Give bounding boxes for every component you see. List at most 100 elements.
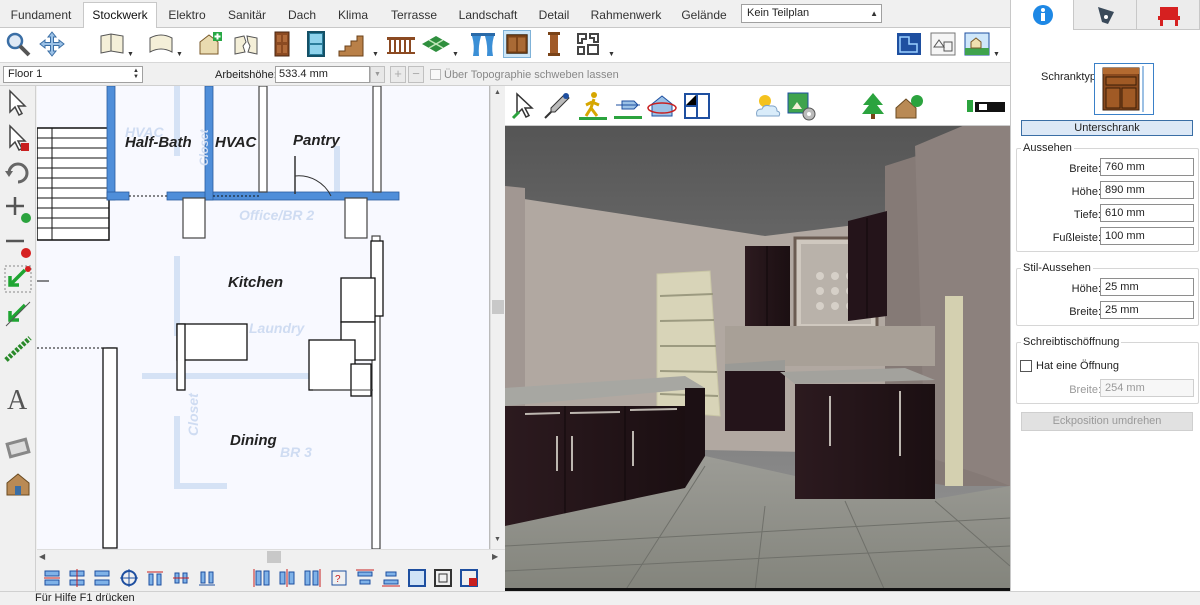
rotate-icon[interactable] — [3, 158, 33, 188]
chevron-up-icon[interactable]: ▲ — [494, 89, 501, 96]
floor-tile-icon[interactable] — [420, 30, 452, 58]
chevron-down-icon[interactable]: ▼ — [370, 66, 385, 83]
zoom-icon[interactable] — [4, 30, 32, 58]
tab-detail[interactable]: Detail — [532, 6, 576, 26]
tab-terrasse[interactable]: Terrasse — [383, 6, 445, 26]
width-input[interactable]: 760 mm — [1100, 158, 1194, 176]
walk-icon[interactable] — [577, 90, 609, 122]
select-arrow-icon[interactable] — [3, 88, 33, 118]
topography-checkbox[interactable] — [430, 69, 441, 80]
scrollbar-thumb[interactable] — [492, 300, 504, 314]
flip-corner-button[interactable]: Eckposition umdrehen — [1021, 412, 1193, 431]
window-icon[interactable] — [302, 30, 330, 58]
decrease-button[interactable]: − — [408, 66, 424, 83]
wall-icon[interactable] — [98, 30, 126, 58]
tab-landschaft[interactable]: Landschaft — [452, 6, 524, 26]
toekick-input[interactable]: 100 mm — [1100, 227, 1194, 245]
align-edge-icon[interactable] — [145, 568, 165, 588]
railing-icon[interactable] — [385, 30, 417, 58]
add-room-icon[interactable] — [196, 30, 224, 58]
floor-plan-view[interactable]: Half-Bath HVAC Pantry Kitchen Dining HVA… — [37, 86, 490, 549]
tab-sanitaer[interactable]: Sanitär — [220, 6, 274, 26]
tab-gelaende[interactable]: Gelände — [675, 6, 733, 26]
light-toggle-icon[interactable] — [965, 90, 1007, 122]
pan-icon[interactable] — [38, 30, 66, 58]
chevron-down-icon[interactable]: ▼ — [452, 51, 459, 58]
door-icon[interactable] — [268, 30, 296, 58]
tab-klima[interactable]: Klima — [330, 6, 376, 26]
add-point-icon[interactable] — [3, 194, 33, 224]
tab-rahmenwerk[interactable]: Rahmenwerk — [585, 6, 667, 26]
sky-icon[interactable] — [751, 90, 783, 122]
tab-elektro[interactable]: Elektro — [160, 6, 214, 26]
center-icon[interactable] — [119, 568, 139, 588]
chevron-down-icon[interactable]: ▼ — [372, 51, 379, 58]
break-wall-icon[interactable] — [232, 30, 260, 58]
panel-tab-info[interactable] — [1011, 0, 1074, 30]
align-bottom-icon[interactable] — [92, 568, 112, 588]
tab-dach[interactable]: Dach — [280, 6, 324, 26]
chevron-down-icon[interactable]: ▼ — [993, 51, 1000, 58]
stack-top-icon[interactable] — [355, 568, 375, 588]
align-base-icon[interactable] — [197, 568, 217, 588]
align-left-icon[interactable] — [252, 568, 272, 588]
eyedropper-icon[interactable] — [541, 90, 573, 122]
column-icon[interactable] — [540, 30, 568, 58]
plan-select[interactable]: Kein Teilplan ▲▼ — [741, 4, 882, 35]
height-input[interactable]: 890 mm — [1100, 181, 1194, 199]
chevron-down-icon[interactable]: ▼ — [608, 51, 615, 58]
tab-stockwerk[interactable]: Stockwerk — [83, 2, 157, 28]
spinner-icon[interactable]: ▲ ▼ — [133, 68, 139, 80]
cabinet-type-picker[interactable] — [1094, 63, 1154, 115]
chevron-right-icon[interactable]: ▶ — [492, 552, 498, 561]
plan-horizontal-scrollbar[interactable]: ◀ ▶ — [37, 549, 505, 564]
opening-width-input[interactable]: 254 mm — [1100, 379, 1194, 397]
spline-icon[interactable] — [3, 334, 33, 364]
tab-fundament[interactable]: Fundament — [4, 6, 78, 26]
dimension-icon[interactable]: ? — [329, 568, 349, 588]
stack-bottom-icon[interactable] — [381, 568, 401, 588]
house-view-icon[interactable] — [3, 469, 33, 499]
chevron-down-icon[interactable]: ▼ — [494, 536, 501, 543]
panel-tab-style[interactable] — [1074, 0, 1137, 30]
panel-tab-furniture[interactable] — [1137, 0, 1200, 30]
frame-icon[interactable] — [407, 568, 427, 588]
camera-film-icon[interactable] — [3, 433, 33, 463]
distribute-icon[interactable] — [171, 568, 191, 588]
select-multiple-icon[interactable] — [3, 123, 33, 153]
align-right-icon[interactable] — [302, 568, 322, 588]
align-center-icon[interactable] — [277, 568, 297, 588]
3d-camera-view[interactable] — [505, 126, 1010, 591]
chevron-left-icon[interactable]: ◀ — [39, 552, 45, 561]
plan-vertical-scrollbar[interactable]: ▲ ▼ — [490, 86, 505, 549]
3d-view-icon[interactable] — [963, 30, 991, 58]
chevron-down-icon[interactable]: ▼ — [127, 51, 134, 58]
align-middle-icon[interactable] — [67, 568, 87, 588]
delete-point-icon[interactable] — [3, 229, 33, 259]
height-input[interactable]: 533.4 mm — [275, 66, 370, 83]
frame-inner-icon[interactable] — [433, 568, 453, 588]
align-top-icon[interactable] — [42, 568, 62, 588]
style-width-input[interactable]: 25 mm — [1100, 301, 1194, 319]
cabinet-type-value[interactable]: Unterschrank — [1021, 120, 1193, 136]
floor-plan-view-icon[interactable] — [895, 30, 923, 58]
render-settings-icon[interactable] — [785, 90, 817, 122]
has-opening-checkbox[interactable] — [1020, 360, 1032, 372]
chevron-down-icon[interactable]: ▼ — [176, 51, 183, 58]
style-height-input[interactable]: 25 mm — [1100, 278, 1194, 296]
text-tool-icon[interactable]: A — [3, 383, 33, 413]
floor-select[interactable]: Floor 1 ▲ ▼ — [3, 66, 143, 83]
cabinet-icon[interactable] — [503, 30, 531, 58]
house-icon[interactable] — [893, 90, 925, 122]
decor-icon[interactable] — [574, 30, 602, 58]
orbit-icon[interactable] — [646, 90, 678, 122]
elevation-view-icon[interactable] — [929, 30, 957, 58]
increase-button[interactable]: + — [390, 66, 406, 83]
roof-icon[interactable] — [147, 30, 175, 58]
frame-split-icon[interactable] — [459, 568, 479, 588]
snap-arrow-icon[interactable] — [3, 299, 33, 329]
landscape-icon[interactable] — [857, 90, 889, 122]
stairs-icon[interactable] — [337, 30, 365, 58]
fly-icon[interactable] — [612, 90, 644, 122]
select-3d-icon[interactable] — [509, 90, 541, 122]
